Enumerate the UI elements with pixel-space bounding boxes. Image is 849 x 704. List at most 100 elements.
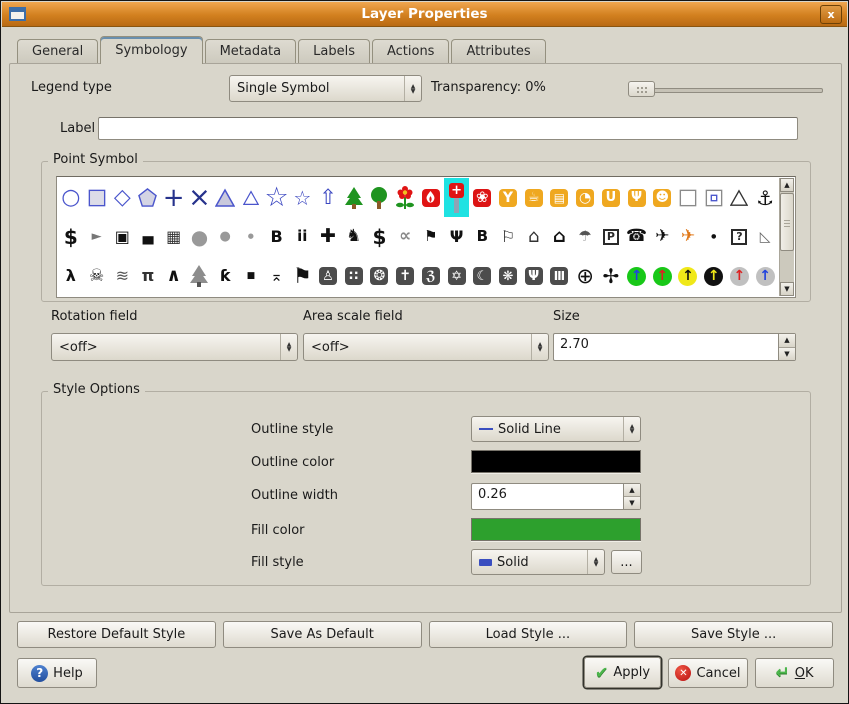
symbol-restaurant-black[interactable]: Ψ	[444, 217, 470, 256]
rotation-field-select[interactable]: <off> ▲▼	[51, 333, 298, 361]
symbol-hiker[interactable]: ƙ	[212, 257, 238, 296]
title-bar[interactable]: Layer Properties x	[2, 2, 847, 27]
close-icon[interactable]: x	[820, 5, 842, 24]
symbol-house-outline[interactable]: ⌂	[521, 217, 547, 256]
tab-metadata[interactable]: Metadata	[205, 39, 297, 64]
save-style-button[interactable]: Save Style ...	[634, 621, 833, 648]
symbol-arrow-black-yellow[interactable]: ↑	[701, 257, 727, 296]
symbol-cafe[interactable]: ☕	[521, 178, 547, 217]
outline-style-select[interactable]: Solid Line ▲▼	[471, 416, 641, 442]
symbol-circle-large[interactable]: ●	[187, 217, 213, 256]
scroll-up-icon[interactable]: ▲	[780, 178, 794, 192]
symbol-bank[interactable]: $	[367, 217, 393, 256]
symbol-list-scrollbar[interactable]: ▲ ▼	[779, 178, 794, 296]
tab-general[interactable]: General	[17, 39, 98, 64]
symbol-worship[interactable]: ♙	[315, 257, 341, 296]
symbol-square-in-square[interactable]	[701, 178, 727, 217]
spin-down-icon[interactable]: ▼	[779, 348, 795, 361]
spin-down-icon[interactable]: ▼	[624, 497, 640, 509]
symbol-pentagon[interactable]	[135, 178, 161, 217]
symbol-arrow-green-red[interactable]: ↑	[649, 257, 675, 296]
symbol-flower[interactable]	[392, 178, 418, 217]
symbol-dharma-wheel[interactable]: ❂	[367, 257, 393, 296]
symbol-building[interactable]: ▦	[161, 217, 187, 256]
tab-attributes[interactable]: Attributes	[451, 39, 545, 64]
ok-button[interactable]: ↵ OK	[755, 658, 834, 688]
symbol-symbols[interactable]: ∷	[341, 257, 367, 296]
symbol-parking[interactable]: P	[598, 217, 624, 256]
scrollbar-thumb[interactable]	[780, 193, 794, 251]
symbol-flag-pin[interactable]: ⚑	[418, 217, 444, 256]
cancel-button[interactable]: ✕ Cancel	[668, 658, 748, 688]
symbol-picnic-table[interactable]: π	[135, 257, 161, 296]
symbol-diamond[interactable]: ◇	[109, 178, 135, 217]
symbol-triangle-outline[interactable]	[727, 178, 753, 217]
transparency-slider[interactable]	[628, 80, 823, 100]
symbol-entertainment[interactable]: ☻	[649, 178, 675, 217]
symbol-circle-small[interactable]: ●	[238, 217, 264, 256]
symbol-arrow-yellow-black[interactable]: ↑	[675, 257, 701, 296]
symbol-flag-banner[interactable]: ⚑	[289, 257, 315, 296]
symbol-om[interactable]: ℨ	[418, 257, 444, 296]
symbol-arrow-green-blue[interactable]: ↑	[624, 257, 650, 296]
label-input[interactable]	[98, 117, 798, 140]
help-button[interactable]: ? Help	[17, 658, 97, 688]
spin-up-icon[interactable]: ▲	[779, 334, 795, 348]
symbol-north-arrow[interactable]: ✢	[598, 257, 624, 296]
symbol-cross-x[interactable]: ×	[187, 178, 213, 217]
symbol-pedestrians[interactable]: ii	[289, 217, 315, 256]
symbol-skier[interactable]: λ	[58, 257, 84, 296]
apply-button[interactable]: ✔ Apply	[584, 657, 661, 688]
symbol-flower-badge[interactable]: ❀	[469, 178, 495, 217]
symbol-anchor[interactable]: ⚓	[752, 178, 778, 217]
symbol-christian-cross[interactable]: ✝	[392, 257, 418, 296]
symbol-star-of-david[interactable]: ✡	[444, 257, 470, 296]
symbol-unknown[interactable]: ?	[727, 217, 753, 256]
symbol-khanda[interactable]: Ψ	[521, 257, 547, 296]
tab-symbology[interactable]: Symbology	[100, 36, 202, 64]
symbol-triangle-filled[interactable]	[212, 178, 238, 217]
save-as-default-button[interactable]: Save As Default	[223, 621, 422, 648]
spin-up-icon[interactable]: ▲	[624, 484, 640, 497]
symbol-car[interactable]: ▄	[135, 217, 161, 256]
symbol-tree-gray[interactable]	[187, 257, 213, 296]
symbol-star-large[interactable]: ☆	[264, 178, 290, 217]
symbol-tv[interactable]: ⌅	[264, 257, 290, 296]
symbol-circle[interactable]: ○	[58, 178, 84, 217]
symbol-community[interactable]: ❋	[495, 257, 521, 296]
symbol-pizzeria[interactable]: ◔	[572, 178, 598, 217]
symbol-fire[interactable]	[418, 178, 444, 217]
restore-default-style-button[interactable]: Restore Default Style	[17, 621, 216, 648]
outline-width-spinbox[interactable]: 0.26 ▲▼	[471, 483, 641, 510]
symbol-knife[interactable]: ►	[84, 217, 110, 256]
symbol-dollar[interactable]: $	[58, 217, 84, 256]
symbol-camera[interactable]: ▣	[109, 217, 135, 256]
area-scale-field-select[interactable]: <off> ▲▼	[303, 333, 549, 361]
symbol-cross-plus[interactable]: +	[161, 178, 187, 217]
load-style-button[interactable]: Load Style ...	[429, 621, 628, 648]
fill-style-more-button[interactable]: ...	[611, 550, 642, 574]
fill-color-button[interactable]	[471, 518, 641, 541]
symbol-beer[interactable]: U	[598, 178, 624, 217]
symbol-swimmer[interactable]: ≋	[109, 257, 135, 296]
symbol-fish[interactable]: ∝	[392, 217, 418, 256]
symbol-golf[interactable]: ⚐	[495, 217, 521, 256]
symbol-airport[interactable]: ✈	[649, 217, 675, 256]
symbol-house[interactable]: ⌂	[547, 217, 573, 256]
symbol-square-small[interactable]: ■	[238, 257, 264, 296]
symbol-danger-skull[interactable]: ☠	[84, 257, 110, 296]
symbol-deer[interactable]: ♞	[341, 217, 367, 256]
outline-color-button[interactable]	[471, 450, 641, 473]
symbol-circle-medium[interactable]: ●	[212, 217, 238, 256]
symbol-balloon[interactable]: ☂	[572, 217, 598, 256]
size-spinbox[interactable]: 2.70 ▲▼	[553, 333, 796, 361]
symbol-hospital-marker[interactable]: +	[444, 178, 470, 217]
symbol-restaurant[interactable]: Ψ	[624, 178, 650, 217]
symbol-first-aid[interactable]: ✚	[315, 217, 341, 256]
symbol-triangle[interactable]	[238, 178, 264, 217]
symbol-fuel-2[interactable]: B	[469, 217, 495, 256]
tab-actions[interactable]: Actions	[372, 39, 450, 64]
symbol-deciduous-tree[interactable]	[367, 178, 393, 217]
symbol-arrow-gray-blue[interactable]: ↑	[752, 257, 778, 296]
symbol-tent[interactable]: ∧	[161, 257, 187, 296]
